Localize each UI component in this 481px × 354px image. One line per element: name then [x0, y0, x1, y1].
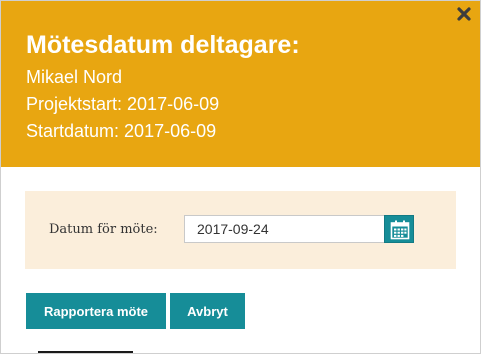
cancel-button[interactable]: Avbryt — [170, 293, 245, 329]
dialog-title: Mötesdatum deltagare: — [26, 31, 300, 59]
project-start-text: Projektstart: 2017-06-09 — [26, 94, 220, 114]
dialog-header: Mötesdatum deltagare: Mikael Nord Projek… — [1, 1, 480, 167]
close-icon[interactable] — [455, 5, 473, 23]
meeting-date-dialog: Mötesdatum deltagare: Mikael Nord Projek… — [0, 0, 481, 354]
participant-name: Mikael Nord — [26, 67, 123, 87]
date-label: Datum för möte: — [49, 222, 158, 237]
start-date-text: Startdatum: 2017-06-09 — [26, 121, 217, 141]
meeting-date-input[interactable] — [184, 215, 384, 243]
calendar-icon — [390, 220, 410, 240]
report-meeting-button[interactable]: Rapportera möte — [26, 293, 166, 329]
date-form-panel: Datum för möte: — [25, 191, 456, 269]
calendar-button[interactable] — [384, 215, 414, 243]
